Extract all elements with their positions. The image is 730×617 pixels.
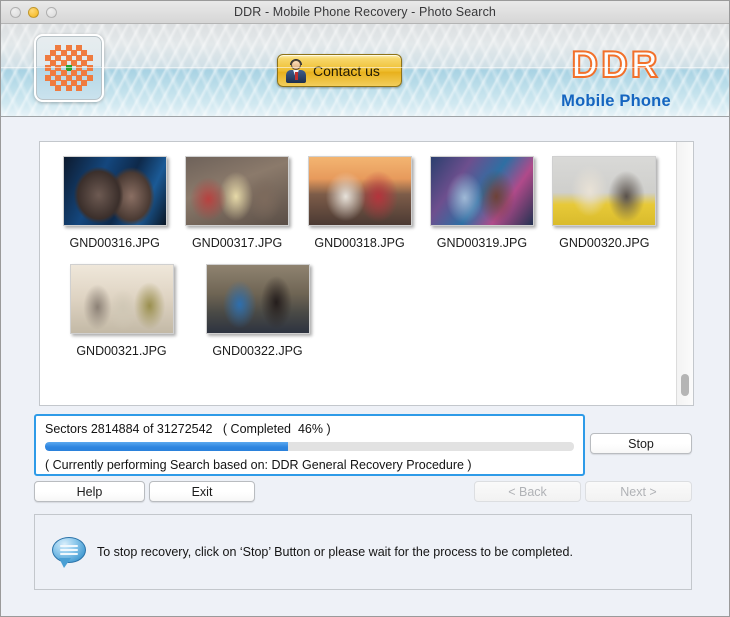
thumbnail-item[interactable]: GND00321.JPG <box>62 264 181 358</box>
window-title: DDR - Mobile Phone Recovery - Photo Sear… <box>234 5 496 19</box>
thumbnail-filename: GND00316.JPG <box>69 236 160 250</box>
thumbnail-filename: GND00321.JPG <box>76 344 167 358</box>
thumbnail-row: GND00321.JPG GND00322.JPG <box>40 264 674 358</box>
progress-panel: Sectors 2814884 of 31272542 ( Completed … <box>34 414 585 476</box>
thumbnail-grid: GND00316.JPG GND00317.JPG GND00318.JPG GND0… <box>40 142 674 405</box>
thumbnail-item[interactable]: GND00320.JPG <box>552 156 657 250</box>
help-button[interactable]: Help <box>34 481 145 502</box>
stop-button[interactable]: Stop <box>590 433 692 454</box>
brand-block: DDR Mobile Phone <box>521 44 711 111</box>
brand-subtitle: Mobile Phone <box>561 92 671 110</box>
vertical-scrollbar[interactable] <box>676 142 693 405</box>
checkered-flower-logo-icon <box>45 45 93 91</box>
minimize-button[interactable] <box>28 6 39 18</box>
thumbnail-item[interactable]: GND00318.JPG <box>307 156 412 250</box>
thumbnail-filename: GND00319.JPG <box>436 236 528 250</box>
progress-detail-text: ( Currently performing Search based on: … <box>45 458 472 472</box>
person-in-suit-icon <box>285 58 307 83</box>
exit-button[interactable]: Exit <box>149 481 255 502</box>
thumbnail-item[interactable]: GND00322.JPG <box>198 264 317 358</box>
thumbnail-image[interactable] <box>307 156 412 226</box>
thumbnail-image[interactable] <box>205 264 310 334</box>
main-content: GND00316.JPG GND00317.JPG GND00318.JPG GND0… <box>1 117 729 616</box>
title-bar: DDR - Mobile Phone Recovery - Photo Sear… <box>1 1 729 24</box>
thumbnail-filename: GND00318.JPG <box>314 236 405 250</box>
progress-bar-fill <box>45 442 289 451</box>
app-logo-button[interactable] <box>34 34 104 102</box>
thumbnail-image[interactable] <box>185 156 290 226</box>
thumbnail-image[interactable] <box>429 156 534 226</box>
thumbnail-image[interactable] <box>62 156 167 226</box>
window-controls <box>10 6 57 18</box>
thumbnail-row: GND00316.JPG GND00317.JPG GND00318.JPG GND0… <box>40 156 674 250</box>
thumbnail-item[interactable]: GND00319.JPG <box>429 156 534 250</box>
photo-results-panel: GND00316.JPG GND00317.JPG GND00318.JPG GND0… <box>39 141 694 406</box>
progress-bar[interactable] <box>45 442 574 451</box>
info-message-panel: To stop recovery, click on ‘Stop’ Button… <box>34 514 692 590</box>
zoom-button[interactable] <box>46 6 57 18</box>
close-button[interactable] <box>10 6 21 18</box>
application-window: DDR - Mobile Phone Recovery - Photo Sear… <box>0 0 730 617</box>
thumbnail-filename: GND00320.JPG <box>559 236 650 250</box>
thumbnail-image[interactable] <box>552 156 657 226</box>
thumbnail-filename: GND00322.JPG <box>212 344 303 358</box>
info-message-text: To stop recovery, click on ‘Stop’ Button… <box>97 545 573 559</box>
progress-status-text: Sectors 2814884 of 31272542 ( Completed … <box>45 422 331 436</box>
contact-us-button[interactable]: Contact us <box>277 54 402 87</box>
speech-bubble-icon <box>52 537 86 568</box>
header-banner: Contact us DDR Mobile Phone <box>1 24 729 117</box>
contact-us-label: Contact us <box>313 62 380 79</box>
thumbnail-filename: GND00317.JPG <box>191 236 283 250</box>
brand-name: DDR <box>570 44 661 85</box>
thumbnail-image[interactable] <box>69 264 174 334</box>
back-button: < Back <box>474 481 581 502</box>
scrollbar-thumb[interactable] <box>681 374 689 396</box>
thumbnail-item[interactable]: GND00317.JPG <box>184 156 290 250</box>
thumbnail-item[interactable]: GND00316.JPG <box>62 156 167 250</box>
next-button: Next > <box>585 481 692 502</box>
